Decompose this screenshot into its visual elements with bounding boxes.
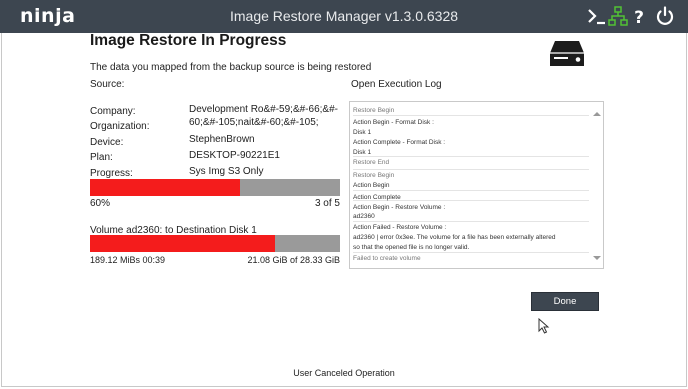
log-line: so that the opened file is no longer val… [353,244,470,251]
log-line: Disk 1 [353,149,372,156]
network-icon[interactable] [607,5,629,27]
page-subtitle: The data you mapped from the backup sour… [90,62,372,73]
log-line: Restore Begin [353,107,395,114]
log-line: ad2360 [353,213,375,220]
source-label: Source: [90,79,125,90]
status-footer: User Canceled Operation [293,368,395,378]
log-separator [353,221,589,222]
device-label: Device: [90,137,124,148]
log-line: Restore End [353,159,390,166]
log-separator [353,252,589,253]
power-icon[interactable] [654,5,676,27]
drive-icon [549,40,585,68]
log-line: Action Begin [353,182,390,189]
log-separator [353,115,589,116]
progress-count: 3 of 5 [314,198,340,209]
page-title: Image Restore In Progress [90,32,287,49]
scroll-down-icon[interactable] [593,256,601,260]
log-title: Open Execution Log [351,79,442,90]
volume-progress-bar [90,235,340,252]
company-label: Company: [90,106,136,117]
log-line: Action Begin - Restore Volume : [353,204,446,211]
log-line: Disk 1 [353,129,372,136]
execution-log-panel[interactable]: Restore Begin Action Begin - Format Disk … [349,101,604,269]
log-line: ad2360 | error 0x3ee. The volume for a f… [353,234,556,241]
log-separator [353,156,589,157]
volume-progress-fill [90,235,275,252]
device-value: StephenBrown [189,134,255,145]
help-icon[interactable]: ? [628,5,650,28]
progress-value: Sys Img S3 Only [189,166,264,177]
overall-progress-bar [90,179,340,196]
plan-label: Plan: [90,152,113,163]
volume-size: 21.08 GiB of 28.33 GiB [247,255,340,265]
organization-value: 60;&#-105;nait&#-60;&#-105; [189,117,319,128]
svg-text:?: ? [634,8,644,27]
app-title: Image Restore Manager v1.3.0.6328 [229,8,459,24]
log-line: Action Failed - Restore Volume : [353,224,447,231]
progress-label: Progress: [90,168,133,179]
title-bar: ninja Image Restore Manager v1.3.0.6328 … [0,0,688,33]
mouse-cursor-icon [538,317,550,338]
log-line: Failed to create volume [353,255,421,262]
log-line: Action Complete - Format Disk : [353,139,446,146]
scroll-up-icon[interactable] [593,112,601,116]
terminal-icon[interactable] [586,5,608,27]
progress-percent: 60% [90,198,111,209]
log-line: Action Begin - Format Disk : [353,119,434,126]
log-line: Action Complete [353,194,401,201]
company-value: Development Ro&#-59;&#-66;&#- [189,104,338,115]
log-separator [353,169,589,170]
organization-label: Organization: [90,121,150,132]
plan-value: DESKTOP-90221E1 [189,150,280,161]
log-separator [353,190,589,191]
volume-speed: 189.12 MiBs 00:39 [90,255,166,265]
log-line: Restore Begin [353,172,395,179]
overall-progress-fill [90,179,240,196]
done-button[interactable]: Done [531,292,599,311]
